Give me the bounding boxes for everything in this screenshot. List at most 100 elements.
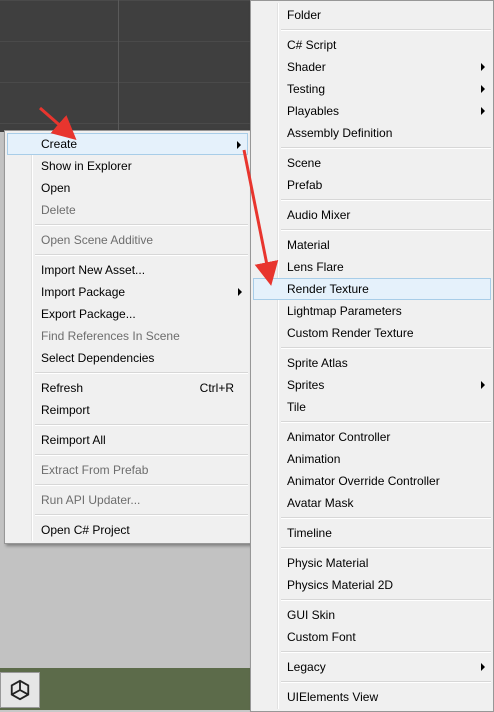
menu-separator [281,648,491,656]
menu-item-label: Physics Material 2D [287,578,394,592]
menu-item-label: Tile [287,400,306,414]
menu-item-refresh[interactable]: Refresh Ctrl+R [7,377,248,399]
chevron-right-icon [481,63,485,71]
create-item-render-texture[interactable]: Render Texture [253,278,491,300]
menu-item-label: Create [41,137,78,151]
create-item-material[interactable]: Material [253,234,491,256]
create-item-c-script[interactable]: C# Script [253,34,491,56]
create-item-folder[interactable]: Folder [253,4,491,26]
menu-item-label: Find References In Scene [41,329,180,343]
menu-item-label: Extract From Prefab [41,463,149,477]
chevron-right-icon [481,85,485,93]
menu-item-import-package[interactable]: Import Package [7,281,248,303]
menu-item-label: Import Package [41,285,126,299]
create-item-custom-font[interactable]: Custom Font [253,626,491,648]
menu-item-label: Animation [287,452,341,466]
menu-item-delete: Delete [7,199,248,221]
create-item-sprites[interactable]: Sprites [253,374,491,396]
menu-separator [281,26,491,34]
create-item-sprite-atlas[interactable]: Sprite Atlas [253,352,491,374]
create-item-assembly-definition[interactable]: Assembly Definition [253,122,491,144]
menu-item-import-new-asset[interactable]: Import New Asset... [7,259,248,281]
create-item-prefab[interactable]: Prefab [253,174,491,196]
scene-view [0,0,252,132]
menu-item-label: Lightmap Parameters [287,304,402,318]
create-item-avatar-mask[interactable]: Avatar Mask [253,492,491,514]
create-item-playables[interactable]: Playables [253,100,491,122]
menu-item-label: UIElements View [287,690,379,704]
create-item-physic-material[interactable]: Physic Material [253,552,491,574]
menu-separator [281,544,491,552]
menu-separator [281,596,491,604]
menu-separator [281,196,491,204]
create-item-lightmap-parameters[interactable]: Lightmap Parameters [253,300,491,322]
project-context-menu: Create Show in Explorer Open Delete Open Sce… [4,130,251,544]
menu-item-label: Playables [287,104,340,118]
menu-item-label: Custom Render Texture [287,326,414,340]
create-item-testing[interactable]: Testing [253,78,491,100]
menu-item-label: Reimport [41,403,90,417]
create-item-scene[interactable]: Scene [253,152,491,174]
menu-item-label: Prefab [287,178,323,192]
create-submenu: Folder C# Script Shader Testing Playables Ass… [250,0,494,712]
create-item-custom-render-texture[interactable]: Custom Render Texture [253,322,491,344]
menu-item-label: Open C# Project [41,523,130,537]
menu-item-label: Render Texture [287,282,369,296]
menu-separator [281,344,491,352]
menu-item-label: GUI Skin [287,608,336,622]
unity-logo-button[interactable] [0,672,40,708]
menu-separator [35,511,248,519]
menu-item-label: Legacy [287,660,326,674]
menu-item-label: Sprite Atlas [287,356,348,370]
menu-item-label: Scene [287,156,322,170]
create-item-shader[interactable]: Shader [253,56,491,78]
menu-separator [281,418,491,426]
menu-item-label: Lens Flare [287,260,344,274]
menu-item-reimport[interactable]: Reimport [7,399,248,421]
menu-item-create[interactable]: Create [7,133,248,155]
shortcut-label: Ctrl+R [199,381,234,395]
menu-item-label: Show in Explorer [41,159,132,173]
menu-item-label: Refresh [41,381,84,395]
menu-item-label: Open [41,181,71,195]
scene-grid-line [118,0,119,132]
menu-item-label: Sprites [287,378,325,392]
menu-item-label: Audio Mixer [287,208,351,222]
create-item-uielements-view[interactable]: UIElements View [253,686,491,708]
menu-item-export-package[interactable]: Export Package... [7,303,248,325]
menu-item-label: Avatar Mask [287,496,354,510]
menu-item-label: Animator Controller [287,430,391,444]
menu-item-open[interactable]: Open [7,177,248,199]
menu-separator [35,421,248,429]
menu-separator [281,144,491,152]
create-item-physics-material-2d[interactable]: Physics Material 2D [253,574,491,596]
create-item-animation[interactable]: Animation [253,448,491,470]
create-item-gui-skin[interactable]: GUI Skin [253,604,491,626]
menu-separator [281,226,491,234]
create-item-animator-override-controller[interactable]: Animator Override Controller [253,470,491,492]
create-item-tile[interactable]: Tile [253,396,491,418]
menu-item-reimport-all[interactable]: Reimport All [7,429,248,451]
create-item-lens-flare[interactable]: Lens Flare [253,256,491,278]
menu-item-select-dependencies[interactable]: Select Dependencies [7,347,248,369]
menu-separator [35,481,248,489]
menu-item-label: Material [287,238,330,252]
menu-item-label: Testing [287,82,326,96]
create-item-legacy[interactable]: Legacy [253,656,491,678]
menu-item-open-c-project[interactable]: Open C# Project [7,519,248,541]
menu-separator [35,369,248,377]
create-item-audio-mixer[interactable]: Audio Mixer [253,204,491,226]
menu-item-label: Folder [287,8,322,22]
menu-item-label: Import New Asset... [41,263,146,277]
menu-item-label: Delete [41,203,76,217]
menu-item-label: Shader [287,60,326,74]
menu-item-label: Select Dependencies [41,351,155,365]
create-item-animator-controller[interactable]: Animator Controller [253,426,491,448]
menu-item-label: Export Package... [41,307,136,321]
menu-item-label: Open Scene Additive [41,233,154,247]
chevron-right-icon [237,141,241,149]
menu-item-label: Assembly Definition [287,126,393,140]
chevron-right-icon [481,107,485,115]
create-item-timeline[interactable]: Timeline [253,522,491,544]
menu-item-show-in-explorer[interactable]: Show in Explorer [7,155,248,177]
